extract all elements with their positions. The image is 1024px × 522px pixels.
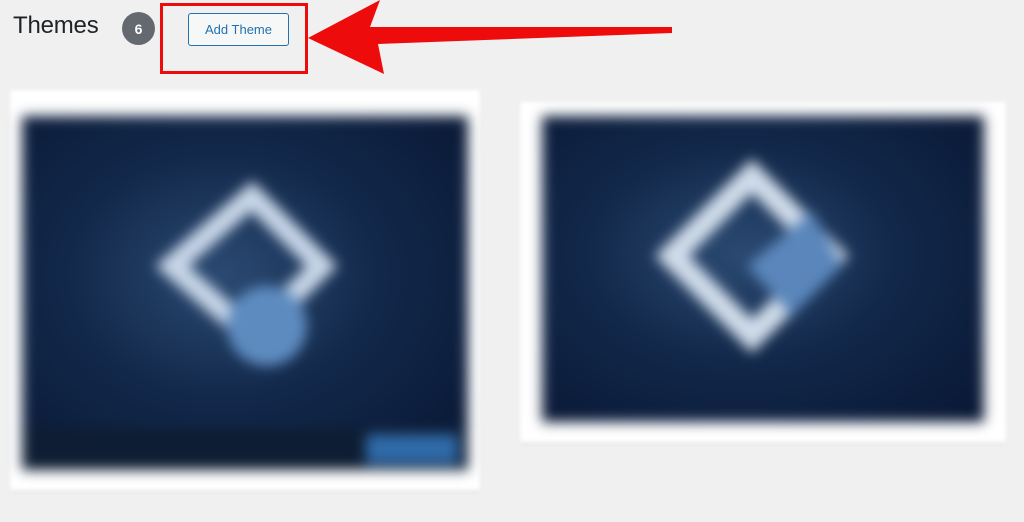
- theme-logo-icon: [155, 180, 338, 366]
- theme-screenshot: [22, 116, 468, 470]
- annotation-arrow-icon: [308, 0, 672, 74]
- theme-screenshot-button: [366, 434, 458, 464]
- themes-grid: [0, 90, 1024, 522]
- theme-screenshot: [542, 116, 984, 422]
- theme-logo-icon: [655, 159, 849, 353]
- theme-card[interactable]: [520, 102, 1006, 442]
- theme-card[interactable]: [10, 90, 480, 490]
